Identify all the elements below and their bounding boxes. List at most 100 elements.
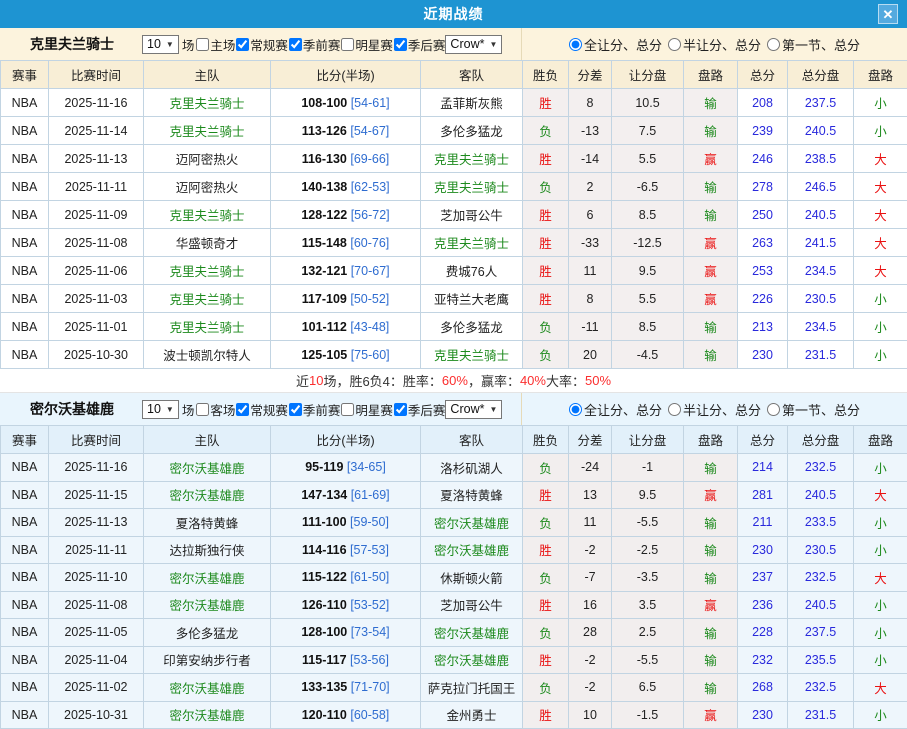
cell-date: 2025-11-15 bbox=[49, 481, 144, 509]
checkbox-label: 明星赛 bbox=[355, 400, 393, 419]
cell-over-under: 小 bbox=[854, 536, 907, 564]
cell-home-team: 多伦多猛龙 bbox=[144, 619, 271, 647]
filter-checkbox-0[interactable]: 客场 bbox=[195, 400, 235, 419]
table-row: NBA2025-10-31密尔沃基雄鹿120-110 [60-58]金州勇士胜1… bbox=[1, 701, 907, 729]
radio-input[interactable] bbox=[569, 403, 582, 416]
cell-score: 111-100 [59-50] bbox=[271, 509, 421, 537]
close-button[interactable]: ✕ bbox=[878, 4, 898, 24]
cell-home-team: 克里夫兰骑士 bbox=[144, 313, 271, 341]
cell-score: 95-119 [34-65] bbox=[271, 454, 421, 482]
cell-league: NBA bbox=[1, 674, 49, 702]
cell-over-under: 小 bbox=[854, 646, 907, 674]
cell-result: 负 bbox=[523, 564, 569, 592]
cell-total-line: 233.5 bbox=[788, 509, 854, 537]
radio-option-1[interactable]: 半让分、总分 bbox=[668, 35, 761, 54]
cell-score: 125-105 [75-60] bbox=[271, 341, 421, 369]
column-header: 让分盘 bbox=[612, 61, 684, 89]
checkbox-input[interactable] bbox=[196, 403, 209, 416]
filter-checkbox-3[interactable]: 明星赛 bbox=[340, 400, 393, 419]
checkbox-input[interactable] bbox=[341, 38, 354, 51]
table-row: NBA2025-11-08密尔沃基雄鹿126-110 [53-52]芝加哥公牛胜… bbox=[1, 591, 907, 619]
cell-total-line: 246.5 bbox=[788, 173, 854, 201]
filter-checkbox-4[interactable]: 季后赛 bbox=[393, 35, 446, 54]
cell-handicap-result: 输 bbox=[684, 173, 738, 201]
cell-handicap-result: 赢 bbox=[684, 481, 738, 509]
cell-home-team: 印第安纳步行者 bbox=[144, 646, 271, 674]
radio-option-0[interactable]: 全让分、总分 bbox=[569, 35, 662, 54]
checkbox-input[interactable] bbox=[394, 38, 407, 51]
cell-total: 226 bbox=[738, 285, 788, 313]
cell-home-team: 克里夫兰骑士 bbox=[144, 117, 271, 145]
score-fulltime: 117-109 bbox=[302, 292, 347, 306]
radio-input[interactable] bbox=[668, 38, 681, 51]
checkbox-input[interactable] bbox=[236, 403, 249, 416]
radio-input[interactable] bbox=[767, 403, 780, 416]
cell-point-diff: 8 bbox=[569, 285, 612, 313]
filter-checkbox-3[interactable]: 明星赛 bbox=[340, 35, 393, 54]
cell-result: 负 bbox=[523, 173, 569, 201]
cell-point-diff: -33 bbox=[569, 229, 612, 257]
cell-home-team: 波士顿凯尔特人 bbox=[144, 341, 271, 369]
cell-home-team: 克里夫兰骑士 bbox=[144, 89, 271, 117]
radio-option-1[interactable]: 半让分、总分 bbox=[668, 400, 761, 419]
team-name: 密尔沃基雄鹿 bbox=[30, 399, 142, 419]
cell-handicap-line: -4.5 bbox=[612, 341, 684, 369]
cell-total-line: 235.5 bbox=[788, 646, 854, 674]
filter-checkbox-1[interactable]: 常规赛 bbox=[235, 400, 288, 419]
filter-checkbox-0[interactable]: 主场 bbox=[195, 35, 235, 54]
cell-total: 239 bbox=[738, 117, 788, 145]
filter-checkbox-2[interactable]: 季前赛 bbox=[288, 400, 341, 419]
checkbox-input[interactable] bbox=[289, 403, 302, 416]
league-select[interactable]: Crow* ▼ bbox=[445, 400, 502, 419]
radio-option-2[interactable]: 第一节、总分 bbox=[767, 35, 860, 54]
cell-point-diff: 16 bbox=[569, 591, 612, 619]
checkbox-input[interactable] bbox=[394, 403, 407, 416]
score-fulltime: 115-148 bbox=[302, 236, 347, 250]
modal-title: 近期战绩 bbox=[424, 4, 484, 24]
score-fulltime: 111-100 bbox=[302, 515, 347, 529]
checkbox-input[interactable] bbox=[341, 403, 354, 416]
cell-away-team: 芝加哥公牛 bbox=[421, 591, 523, 619]
cell-handicap-line: -12.5 bbox=[612, 229, 684, 257]
radio-input[interactable] bbox=[569, 38, 582, 51]
checkbox-input[interactable] bbox=[196, 38, 209, 51]
checkbox-input[interactable] bbox=[289, 38, 302, 51]
cell-date: 2025-11-11 bbox=[49, 536, 144, 564]
cell-result: 负 bbox=[523, 619, 569, 647]
cell-result: 胜 bbox=[523, 591, 569, 619]
score-halftime: [43-48] bbox=[347, 320, 389, 334]
radio-option-2[interactable]: 第一节、总分 bbox=[767, 400, 860, 419]
games-count-select[interactable]: 10 ▼ bbox=[142, 35, 179, 54]
cell-over-under: 大 bbox=[854, 564, 907, 592]
checkbox-input[interactable] bbox=[236, 38, 249, 51]
cell-away-team: 密尔沃基雄鹿 bbox=[421, 536, 523, 564]
cell-handicap-line: 5.5 bbox=[612, 145, 684, 173]
cell-handicap-line: 7.5 bbox=[612, 117, 684, 145]
cell-point-diff: -14 bbox=[569, 145, 612, 173]
cell-total: 208 bbox=[738, 89, 788, 117]
filter-checkbox-1[interactable]: 常规赛 bbox=[235, 35, 288, 54]
filter-checkbox-4[interactable]: 季后赛 bbox=[393, 400, 446, 419]
cell-away-team: 芝加哥公牛 bbox=[421, 201, 523, 229]
games-count-select[interactable]: 10 ▼ bbox=[142, 400, 179, 419]
score-fulltime: 115-117 bbox=[302, 653, 347, 667]
filter-checkbox-2[interactable]: 季前赛 bbox=[288, 35, 341, 54]
cell-score: 101-112 [43-48] bbox=[271, 313, 421, 341]
results-table-1: 赛事比赛时间主队比分(半场)客队胜负分差让分盘盘路总分总分盘盘路 NBA2025… bbox=[0, 60, 907, 369]
cell-league: NBA bbox=[1, 145, 49, 173]
checkbox-label: 主场 bbox=[210, 35, 235, 54]
cell-total: 230 bbox=[738, 701, 788, 729]
radio-label: 全让分、总分 bbox=[584, 35, 662, 54]
league-select[interactable]: Crow* ▼ bbox=[445, 35, 502, 54]
cell-handicap-result: 输 bbox=[684, 454, 738, 482]
radio-option-0[interactable]: 全让分、总分 bbox=[569, 400, 662, 419]
cell-point-diff: 8 bbox=[569, 89, 612, 117]
cell-away-team: 多伦多猛龙 bbox=[421, 117, 523, 145]
cell-league: NBA bbox=[1, 117, 49, 145]
radio-input[interactable] bbox=[767, 38, 780, 51]
radio-input[interactable] bbox=[668, 403, 681, 416]
cell-date: 2025-11-13 bbox=[49, 509, 144, 537]
cell-total-line: 231.5 bbox=[788, 341, 854, 369]
cell-handicap-line: 6.5 bbox=[612, 674, 684, 702]
cell-date: 2025-11-09 bbox=[49, 201, 144, 229]
